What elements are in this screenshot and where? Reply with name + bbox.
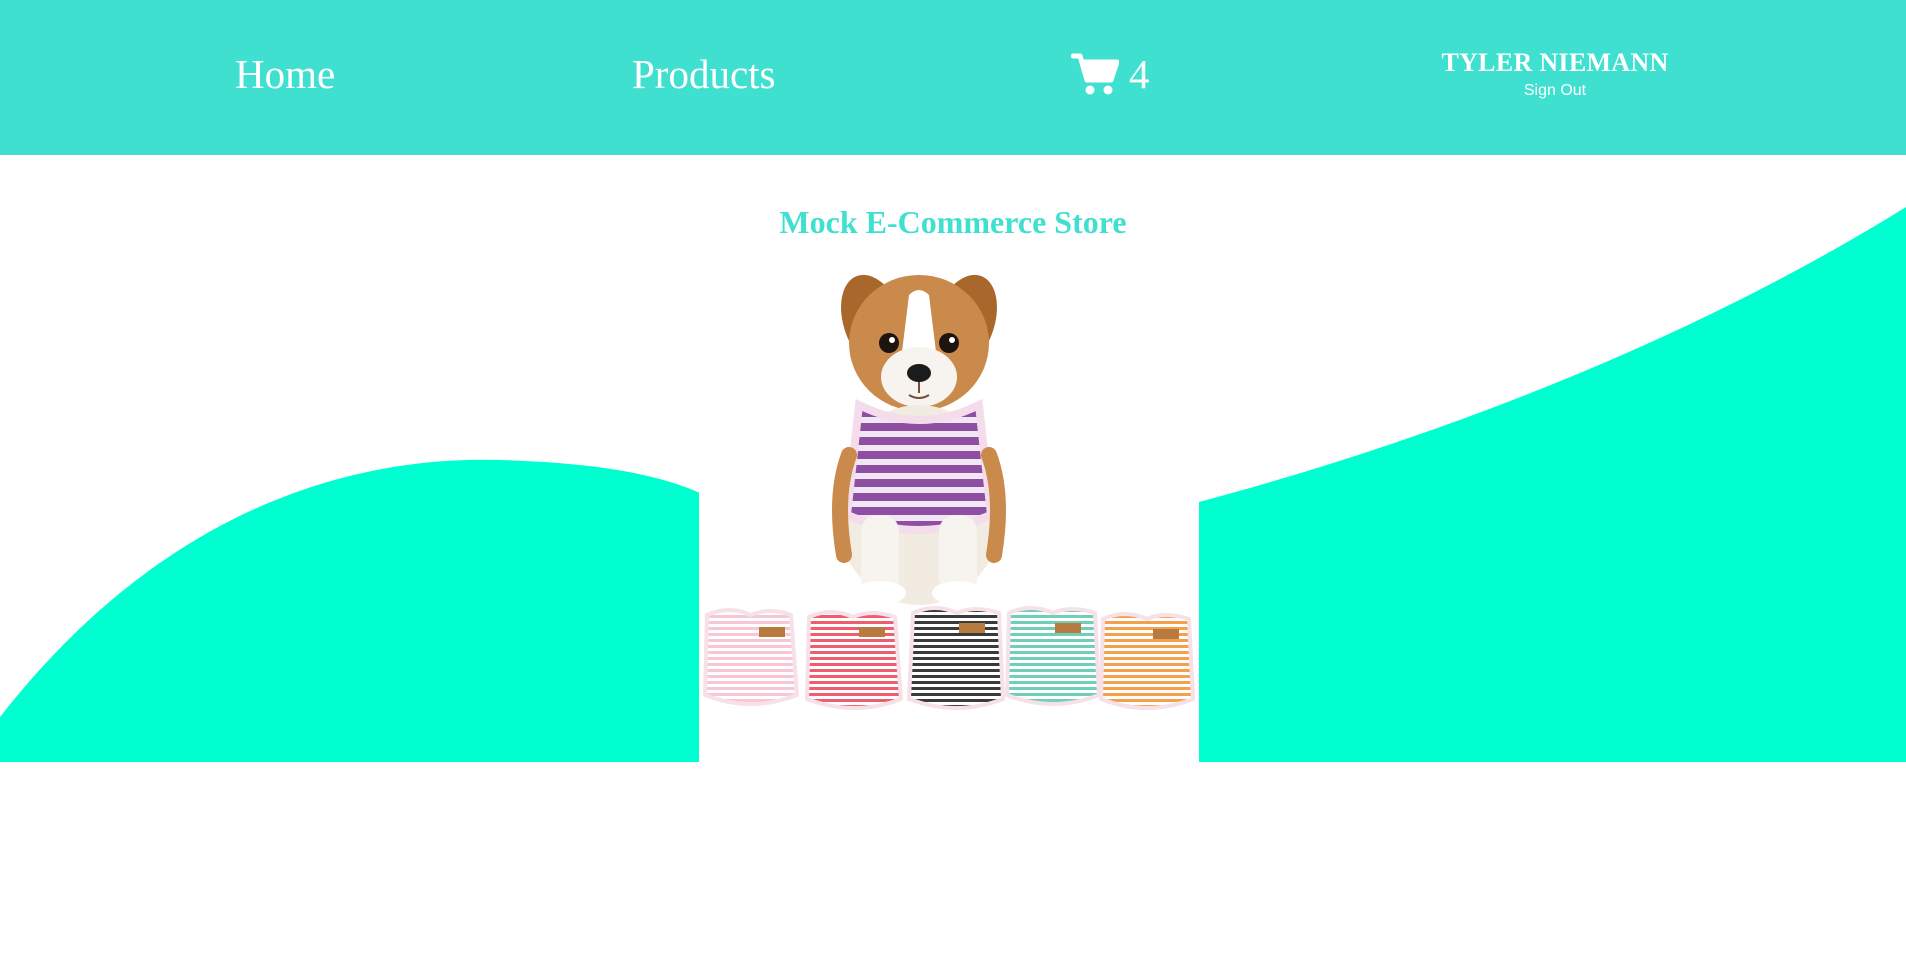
sign-out-link[interactable]: Sign Out [1524, 82, 1586, 100]
nav-home-link[interactable]: Home [235, 48, 335, 100]
shirt-red [804, 610, 904, 710]
user-menu: TYLER NIEMANN Sign Out [1420, 48, 1690, 100]
left-wave [0, 459, 700, 762]
top-navbar: Home Products 4 TYLER NIEMANN Sign Out [0, 0, 1906, 155]
hero-product-image [699, 255, 1199, 762]
shirt-pink [702, 608, 800, 706]
user-name-label: TYLER NIEMANN [1441, 48, 1669, 77]
puppy-illustration [832, 274, 1006, 605]
shirt-orange [1098, 612, 1196, 710]
shirt-black [906, 606, 1006, 710]
shirt-teal [1004, 606, 1102, 706]
cart-count-badge: 4 [1129, 51, 1150, 97]
cart-button[interactable]: 4 [1071, 48, 1150, 100]
right-wave [1199, 207, 1906, 762]
shirt-lineup [702, 606, 1196, 710]
shopping-cart-icon [1071, 52, 1119, 96]
store-title: Mock E-Commerce Store [779, 204, 1127, 240]
nav-products-link[interactable]: Products [632, 48, 776, 100]
